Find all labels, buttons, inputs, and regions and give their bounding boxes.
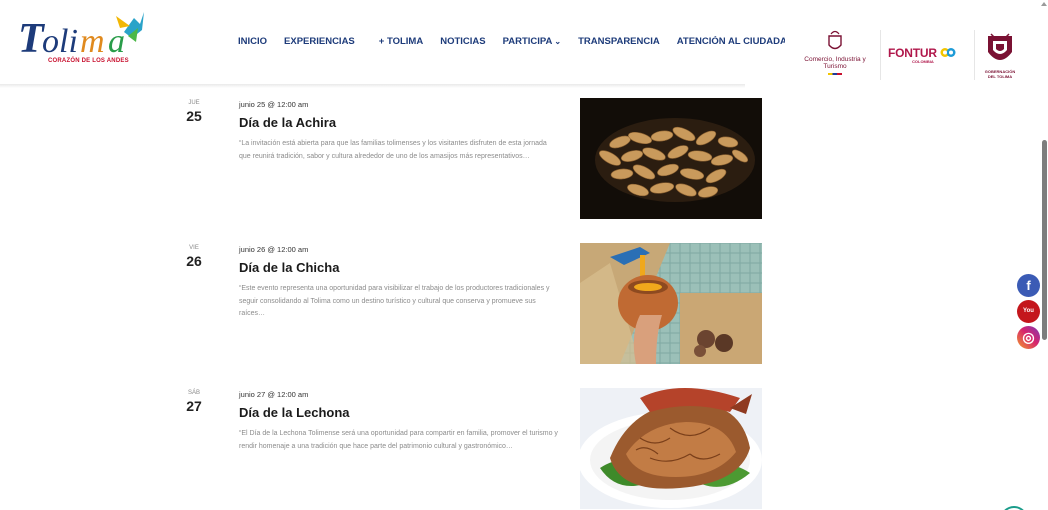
flag-bar (828, 73, 842, 75)
event-title-link[interactable]: Día de la Lechona (239, 405, 350, 420)
chevron-down-icon: ⌄ (554, 36, 562, 46)
event-day: 27 (186, 398, 202, 414)
event-item: JUE 25 junio 25 @ 12:00 am Día de la Ach… (0, 98, 780, 222)
event-description: “La invitación está abierta para que las… (239, 140, 547, 160)
event-time: junio 26 @ 12:00 am (239, 245, 309, 254)
site-header: T oli m a CORAZÓN DE LOS ANDES INICIO EX… (0, 0, 1040, 86)
youtube-icon[interactable]: You (1017, 300, 1040, 323)
event-weekday: JUE (188, 100, 200, 106)
event-title-link[interactable]: Día de la Chicha (239, 260, 339, 275)
lechona-dish-photo[interactable] (580, 388, 762, 509)
fontur-text: FONTUR (888, 46, 937, 60)
nav-experiencias[interactable]: EXPERIENCIAS (284, 36, 355, 47)
header-shadow (0, 84, 745, 88)
svg-text:a: a (108, 23, 125, 60)
event-time: junio 27 @ 12:00 am (239, 390, 309, 399)
ministry-logo[interactable]: Comercio, Industria y Turismo (800, 28, 870, 78)
nav-noticias[interactable]: NOTICIAS (440, 36, 485, 47)
svg-text:oli: oli (42, 23, 78, 60)
event-day: 26 (186, 253, 202, 269)
chat-widget-icon[interactable] (1000, 506, 1028, 510)
achira-bread-photo[interactable] (580, 98, 762, 219)
divider (974, 30, 975, 80)
scroll-up-icon[interactable] (1041, 2, 1047, 6)
event-time: junio 25 @ 12:00 am (239, 100, 309, 109)
logo-tagline: CORAZÓN DE LOS ANDES (48, 58, 129, 64)
event-description: “Este evento representa una oportunidad … (239, 285, 550, 317)
divider (880, 30, 881, 80)
facebook-icon[interactable]: f (1017, 274, 1040, 297)
main-nav: INICIO EXPERIENCIAS + TOLIMA NOTICIAS PA… (238, 33, 785, 49)
event-description: “El Día de la Lechona Tolimense será una… (239, 430, 558, 450)
event-item: VIE 26 junio 26 @ 12:00 am Día de la Chi… (0, 243, 780, 367)
nav-mas-tolima[interactable]: + TOLIMA (379, 36, 423, 47)
instagram-icon[interactable]: ◎ (1017, 326, 1040, 349)
instagram-glyph: ◎ (1022, 329, 1035, 345)
nav-participa[interactable]: PARTICIPA ⌄ (503, 36, 562, 47)
nav-participa-label: PARTICIPA (502, 35, 553, 47)
fontur-logo[interactable]: FONTUR (888, 46, 956, 60)
gobernacion-name: GOBERNACIÓN DEL TOLIMA (984, 69, 1016, 79)
nav-inicio[interactable]: INICIO (238, 36, 267, 47)
ministry-name: Comercio, Industria y Turismo (804, 56, 866, 70)
event-weekday: VIE (189, 245, 199, 251)
nav-atencion-ciudadano[interactable]: ATENCIÓN AL CIUDADANO (677, 36, 785, 47)
fontur-co-icon (940, 48, 956, 57)
svg-text:m: m (80, 23, 105, 60)
facebook-glyph: f (1026, 278, 1031, 293)
scrollbar-thumb[interactable] (1042, 140, 1047, 340)
nav-transparencia[interactable]: TRANSPARENCIA (578, 36, 660, 47)
chicha-pouring-photo[interactable] (580, 243, 762, 364)
gobernacion-shield-icon (988, 33, 1012, 60)
coat-of-arms-icon (828, 30, 842, 50)
youtube-glyph: You (1023, 308, 1034, 314)
event-item: SÁB 27 junio 27 @ 12:00 am Día de la Lec… (0, 388, 780, 510)
event-weekday: SÁB (187, 390, 200, 396)
event-day: 25 (186, 108, 202, 124)
event-title-link[interactable]: Día de la Achira (239, 115, 336, 130)
fontur-subtitle: COLOMBIA (912, 59, 934, 64)
